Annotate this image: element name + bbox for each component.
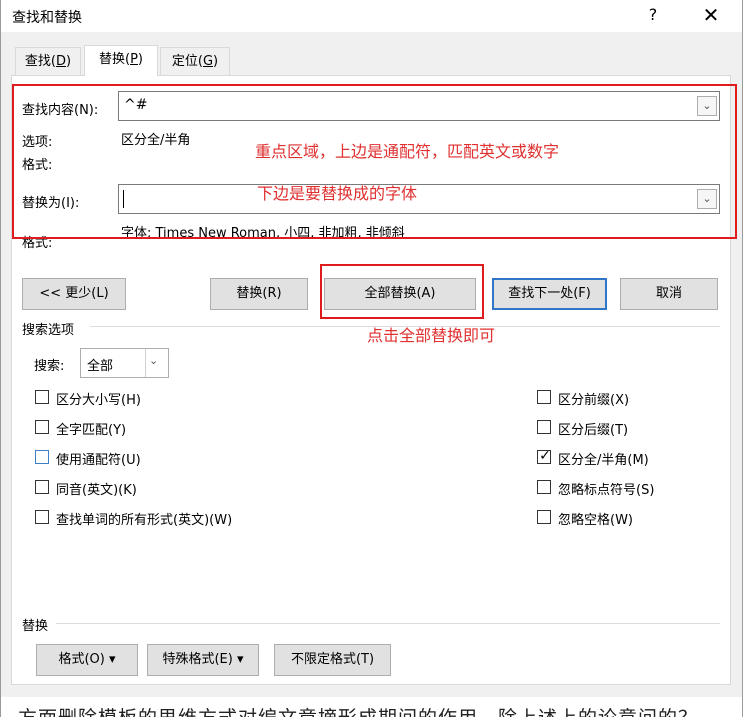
- checkbox-ignore-punctuation[interactable]: [537, 480, 551, 494]
- checkbox-match-width-label: 区分全/半角(M): [558, 453, 649, 468]
- close-button[interactable]: ✕: [698, 4, 724, 26]
- checkbox-match-prefix[interactable]: [537, 390, 551, 404]
- tab-find-label: 查找(: [24, 54, 56, 69]
- tab-find-key: D: [55, 54, 66, 69]
- window-border-left: [0, 0, 1, 717]
- group-divider: [56, 623, 720, 624]
- background-document-text: 方面删除模板的思维方式对编文章摘形成期间的作用，除上述上的论意问的？: [18, 703, 698, 717]
- checkbox-ignore-whitespace-label: 忽略空格(W): [558, 513, 633, 528]
- checkbox-match-prefix-label: 区分前缀(X): [558, 393, 630, 408]
- group-divider: [90, 326, 720, 327]
- tab-find-suffix: ): [66, 54, 72, 69]
- format-button[interactable]: 格式(O) ▾: [36, 644, 138, 676]
- checkbox-ignore-punctuation-label: 忽略标点符号(S): [558, 483, 655, 498]
- checkbox-sounds-like[interactable]: [35, 480, 49, 494]
- window-title: 查找和替换: [12, 10, 82, 26]
- cancel-button[interactable]: 取消: [620, 278, 718, 310]
- tab-replace[interactable]: 替换(P): [84, 45, 158, 76]
- replace-group-label: 替换: [22, 619, 49, 634]
- no-formatting-button[interactable]: 不限定格式(T): [274, 644, 391, 676]
- checkbox-all-word-forms-label: 查找单词的所有形式(英文)(W): [56, 513, 233, 528]
- checkbox-match-width[interactable]: ✓: [537, 448, 551, 464]
- checkbox-wildcards[interactable]: [35, 450, 49, 464]
- checkbox-whole-word[interactable]: [35, 420, 49, 434]
- annotation-note-1: 重点区域，上边是通配符，匹配英文或数字: [255, 142, 560, 161]
- tab-goto-label: 定位(: [171, 54, 203, 69]
- title-bar: [0, 0, 743, 32]
- check-icon: ✓: [539, 448, 551, 464]
- tab-goto-key: G: [202, 54, 214, 69]
- tab-replace-key: P: [130, 52, 138, 67]
- checkbox-match-suffix[interactable]: [537, 420, 551, 434]
- replace-button[interactable]: 替换(R): [210, 278, 308, 310]
- chevron-down-icon: ⌄: [149, 354, 159, 367]
- search-options-label: 搜索选项: [22, 323, 75, 338]
- checkbox-wildcards-label: 使用通配符(U): [56, 453, 141, 468]
- checkbox-whole-word-label: 全字匹配(Y): [56, 423, 127, 438]
- checkbox-sounds-like-label: 同音(英文)(K): [56, 483, 137, 498]
- select-divider: [145, 349, 146, 377]
- search-direction-select[interactable]: 全部 ⌄: [80, 348, 169, 378]
- search-direction-label: 搜索:: [34, 359, 65, 374]
- find-next-button[interactable]: 查找下一处(F): [492, 278, 607, 310]
- checkbox-ignore-whitespace[interactable]: [537, 510, 551, 524]
- checkbox-match-case-label: 区分大小写(H): [56, 393, 141, 408]
- special-format-button[interactable]: 特殊格式(E) ▾: [147, 644, 259, 676]
- tab-find[interactable]: 查找(D): [15, 47, 81, 75]
- checkbox-all-word-forms[interactable]: [35, 510, 49, 524]
- tab-goto-suffix: ): [213, 54, 219, 69]
- tab-replace-label: 替换(: [99, 52, 131, 67]
- less-button[interactable]: << 更少(L): [22, 278, 126, 310]
- tab-replace-suffix: ): [137, 52, 143, 67]
- annotation-note-2: 下边是要替换成的字体: [257, 184, 418, 203]
- annotation-box-replace-all: [320, 264, 484, 319]
- tab-goto[interactable]: 定位(G): [160, 47, 230, 75]
- checkbox-match-case[interactable]: [35, 390, 49, 404]
- search-direction-value: 全部: [87, 359, 114, 374]
- checkbox-match-suffix-label: 区分后缀(T): [558, 423, 629, 438]
- help-button[interactable]: ?: [642, 4, 664, 26]
